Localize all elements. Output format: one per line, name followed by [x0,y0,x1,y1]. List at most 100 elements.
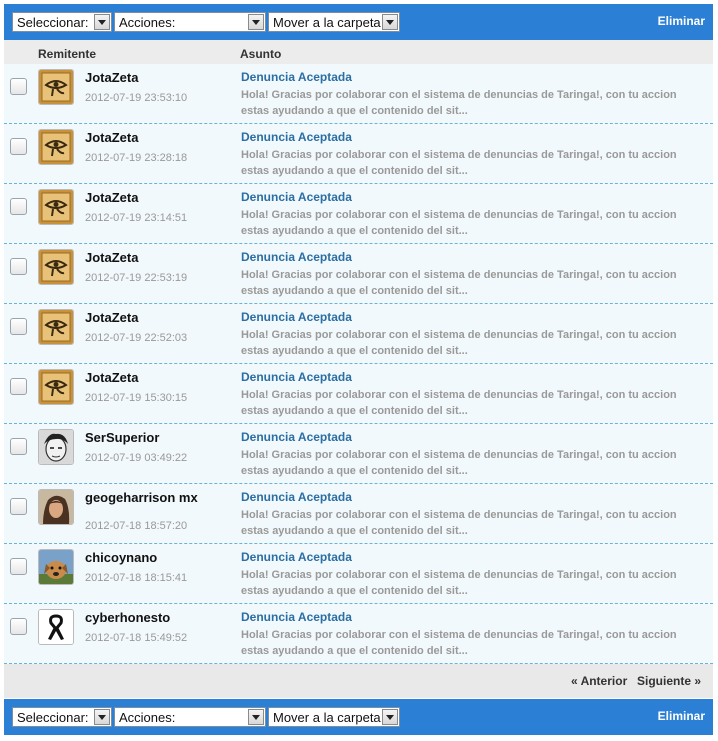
row-checkbox[interactable] [10,378,27,395]
chevron-down-icon [248,14,264,30]
eye-of-horus-icon [39,190,73,224]
sender-name[interactable]: SerSuperior [85,430,205,445]
message-subject[interactable]: Denuncia Aceptada [241,70,352,84]
message-date: 2012-07-19 23:14:51 [85,212,188,224]
message-row[interactable]: JotaZeta 2012-07-19 22:52:03 Denuncia Ac… [4,304,713,364]
delete-button[interactable]: Eliminar [658,709,705,723]
row-checkbox[interactable] [10,438,27,455]
message-subject[interactable]: Denuncia Aceptada [241,310,352,324]
avatar [38,129,74,165]
avatar [38,189,74,225]
message-row[interactable]: chicoynano 2012-07-18 18:15:41 Denuncia … [4,544,713,604]
chevron-down-icon [94,709,110,725]
message-subject[interactable]: Denuncia Aceptada [241,250,352,264]
sender-name[interactable]: JotaZeta [85,70,205,85]
message-date: 2012-07-19 23:53:10 [85,92,188,104]
sender-name[interactable]: JotaZeta [85,190,205,205]
avatar [38,369,74,405]
message-row[interactable]: JotaZeta 2012-07-19 22:53:19 Denuncia Ac… [4,244,713,304]
portrait-icon [39,490,73,524]
message-list: JotaZeta 2012-07-19 23:53:10 Denuncia Ac… [4,64,713,664]
message-preview: Hola! Gracias por colaborar con el siste… [241,449,677,477]
row-checkbox[interactable] [10,138,27,155]
black-ribbon-icon [39,610,73,644]
row-checkbox[interactable] [10,78,27,95]
move-to-folder-dropdown[interactable]: Mover a la carpeta [268,707,400,727]
eye-of-horus-icon [39,250,73,284]
sender-name[interactable]: JotaZeta [85,310,205,325]
chevron-down-icon [382,709,398,725]
sender-name[interactable]: chicoynano [85,550,205,565]
actions-dropdown-label: Acciones: [119,15,176,30]
avatar [38,69,74,105]
message-row[interactable]: SerSuperior 2012-07-19 03:49:22 Denuncia… [4,424,713,484]
message-row[interactable]: JotaZeta 2012-07-19 23:28:18 Denuncia Ac… [4,124,713,184]
chevron-down-icon [248,709,264,725]
message-subject[interactable]: Denuncia Aceptada [241,490,352,504]
message-subject[interactable]: Denuncia Aceptada [241,190,352,204]
row-checkbox[interactable] [10,498,27,515]
avatar [38,609,74,645]
message-row[interactable]: JotaZeta 2012-07-19 23:14:51 Denuncia Ac… [4,184,713,244]
next-page-link[interactable]: Siguiente » [637,674,701,688]
message-subject[interactable]: Denuncia Aceptada [241,370,352,384]
sketch-face-icon [39,430,73,464]
dog-icon [39,550,73,584]
message-preview: Hola! Gracias por colaborar con el siste… [241,209,677,237]
actions-dropdown[interactable]: Acciones: [114,707,266,727]
row-checkbox[interactable] [10,198,27,215]
avatar [38,249,74,285]
avatar [38,489,74,525]
move-to-folder-label: Mover a la carpeta [273,710,381,725]
select-dropdown-label: Seleccionar: [17,15,89,30]
column-subject: Asunto [240,47,282,61]
top-toolbar: Seleccionar: Acciones: Mover a la carpet… [4,4,713,40]
actions-dropdown-label: Acciones: [119,710,176,725]
move-to-folder-dropdown[interactable]: Mover a la carpeta [268,12,400,32]
pagination: « Anterior Siguiente » [4,664,713,698]
sender-name[interactable]: cyberhonesto [85,610,205,625]
message-subject[interactable]: Denuncia Aceptada [241,610,352,624]
message-row[interactable]: JotaZeta 2012-07-19 23:53:10 Denuncia Ac… [4,64,713,124]
row-checkbox[interactable] [10,558,27,575]
eye-of-horus-icon [39,370,73,404]
move-to-folder-label: Mover a la carpeta [273,15,381,30]
eye-of-horus-icon [39,130,73,164]
message-subject[interactable]: Denuncia Aceptada [241,130,352,144]
message-preview: Hola! Gracias por colaborar con el siste… [241,89,677,117]
row-checkbox[interactable] [10,258,27,275]
sender-name[interactable]: JotaZeta [85,130,205,145]
message-date: 2012-07-19 22:53:19 [85,272,188,284]
chevron-down-icon [382,14,398,30]
select-dropdown[interactable]: Seleccionar: [12,707,112,727]
message-row[interactable]: geogeharrison mx 2012-07-18 18:57:20 Den… [4,484,713,544]
message-date: 2012-07-18 18:57:20 [85,520,188,532]
column-header: Remitente Asunto [4,40,713,64]
eye-of-horus-icon [39,70,73,104]
sender-name[interactable]: JotaZeta [85,250,205,265]
previous-page-link[interactable]: « Anterior [571,674,627,688]
actions-dropdown[interactable]: Acciones: [114,12,266,32]
select-dropdown[interactable]: Seleccionar: [12,12,112,32]
delete-button[interactable]: Eliminar [658,14,705,28]
avatar [38,429,74,465]
message-preview: Hola! Gracias por colaborar con el siste… [241,149,677,177]
sender-name[interactable]: geogeharrison mx [85,490,205,505]
message-preview: Hola! Gracias por colaborar con el siste… [241,329,677,357]
sender-name[interactable]: JotaZeta [85,370,205,385]
avatar [38,549,74,585]
bottom-toolbar: Seleccionar: Acciones: Mover a la carpet… [4,699,713,735]
message-preview: Hola! Gracias por colaborar con el siste… [241,269,677,297]
message-subject[interactable]: Denuncia Aceptada [241,550,352,564]
row-checkbox[interactable] [10,318,27,335]
row-checkbox[interactable] [10,618,27,635]
select-dropdown-label: Seleccionar: [17,710,89,725]
message-preview: Hola! Gracias por colaborar con el siste… [241,389,677,417]
message-subject[interactable]: Denuncia Aceptada [241,430,352,444]
message-date: 2012-07-19 15:30:15 [85,392,188,404]
chevron-down-icon [94,14,110,30]
avatar [38,309,74,345]
message-row[interactable]: cyberhonesto 2012-07-18 15:49:52 Denunci… [4,604,713,664]
message-row[interactable]: JotaZeta 2012-07-19 15:30:15 Denuncia Ac… [4,364,713,424]
message-date: 2012-07-19 23:28:18 [85,152,188,164]
